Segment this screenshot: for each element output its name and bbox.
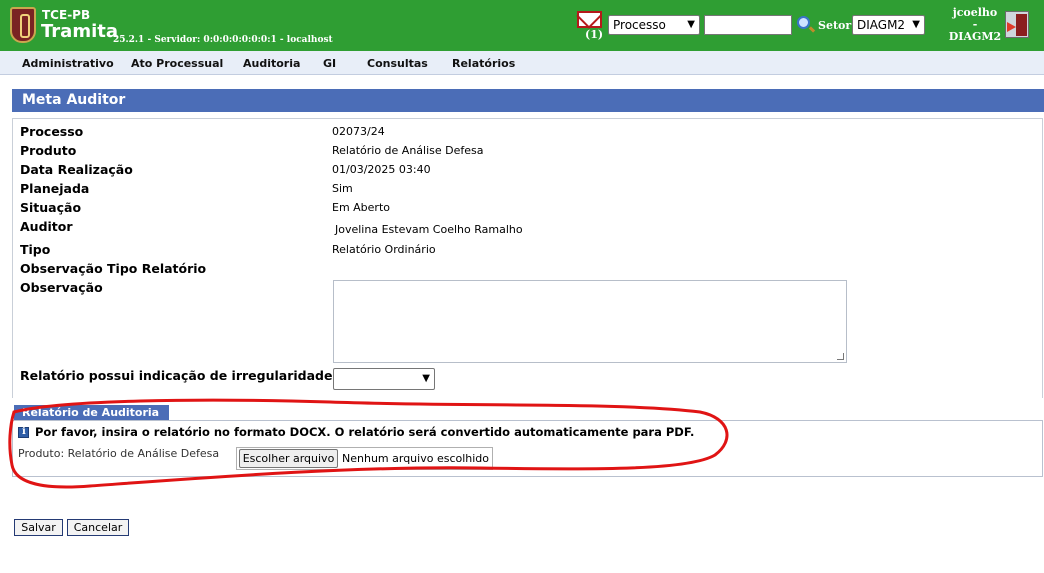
- menu-item-auditoria[interactable]: Auditoria: [243, 57, 300, 70]
- top-header: TCE-PB Tramita 25.2.1 - Servidor: 0:0:0:…: [0, 0, 1044, 51]
- field-value-tipo: Relatório Ordinário: [332, 243, 436, 256]
- upload-produto-label: Produto: Relatório de Análise Defesa: [18, 447, 220, 460]
- setor-select[interactable]: DIAGM2 ▼: [852, 15, 925, 35]
- menu-item-relatorios[interactable]: Relatórios: [452, 57, 515, 70]
- tce-logo-icon: [10, 7, 36, 43]
- chevron-down-icon: ▼: [687, 19, 695, 30]
- main-menu: Administrativo Ato Processual Auditoria …: [0, 51, 1044, 75]
- logout-icon[interactable]: [1005, 11, 1029, 38]
- chevron-down-icon: ▼: [912, 19, 920, 30]
- menu-item-gi[interactable]: GI: [323, 57, 336, 70]
- field-label-auditor: Auditor: [20, 219, 73, 234]
- field-label-produto: Produto: [20, 143, 77, 158]
- info-icon: [18, 426, 29, 438]
- observacao-textarea[interactable]: [333, 280, 847, 363]
- setor-label: Setor: [818, 19, 852, 32]
- irregularidade-label: Relatório possui indicação de irregulari…: [20, 368, 340, 383]
- processo-select-value: Processo: [613, 18, 666, 32]
- field-value-situacao: Em Aberto: [332, 201, 391, 214]
- field-value-auditor: Jovelina Estevam Coelho Ramalho: [335, 223, 523, 236]
- field-label-situacao: Situação: [20, 200, 82, 215]
- field-value-data-realizacao: 01/03/2025 03:40: [332, 163, 431, 176]
- field-value-produto: Relatório de Análise Defesa: [332, 144, 484, 157]
- search-icon[interactable]: [797, 16, 810, 29]
- processo-select[interactable]: Processo ▼: [608, 15, 700, 35]
- chevron-down-icon: ▼: [422, 373, 430, 384]
- menu-item-ato-processual[interactable]: Ato Processual: [131, 57, 223, 70]
- app-name: Tramita: [41, 21, 119, 42]
- field-value-planejada: Sim: [332, 182, 353, 195]
- mail-count[interactable]: (1): [585, 28, 603, 41]
- menu-item-consultas[interactable]: Consultas: [367, 57, 428, 70]
- field-label-planejada: Planejada: [20, 181, 90, 196]
- field-label-data-realizacao: Data Realização: [20, 162, 133, 177]
- user-setor: DIAGM2: [948, 30, 1002, 43]
- field-label-tipo: Tipo: [20, 242, 51, 257]
- file-status-text: Nenhum arquivo escolhido: [342, 452, 490, 465]
- server-info: 25.2.1 - Servidor: 0:0:0:0:0:0:0:1 - loc…: [113, 35, 333, 45]
- field-label-processo: Processo: [20, 124, 84, 139]
- save-button[interactable]: Salvar: [14, 519, 63, 536]
- field-value-processo: 02073/24: [332, 125, 385, 138]
- upload-instruction: Por favor, insira o relatório no formato…: [35, 425, 695, 439]
- field-label-observacao: Observação: [20, 280, 103, 295]
- org-name: TCE-PB: [42, 8, 91, 22]
- choose-file-button[interactable]: Escolher arquivo: [239, 449, 338, 468]
- cancel-button[interactable]: Cancelar: [67, 519, 129, 536]
- field-label-observacao-tipo: Observação Tipo Relatório: [20, 261, 207, 276]
- mail-icon[interactable]: [577, 11, 602, 28]
- setor-select-value: DIAGM2: [857, 18, 906, 32]
- page-title: Meta Auditor: [12, 89, 1044, 112]
- search-input[interactable]: [704, 15, 792, 35]
- user-info: jcoelho - DIAGM2: [945, 7, 1005, 43]
- tab-relatorio-auditoria: Relatório de Auditoria: [14, 405, 169, 421]
- menu-item-administrativo[interactable]: Administrativo: [22, 57, 114, 70]
- irregularidade-select[interactable]: ▼: [333, 368, 435, 390]
